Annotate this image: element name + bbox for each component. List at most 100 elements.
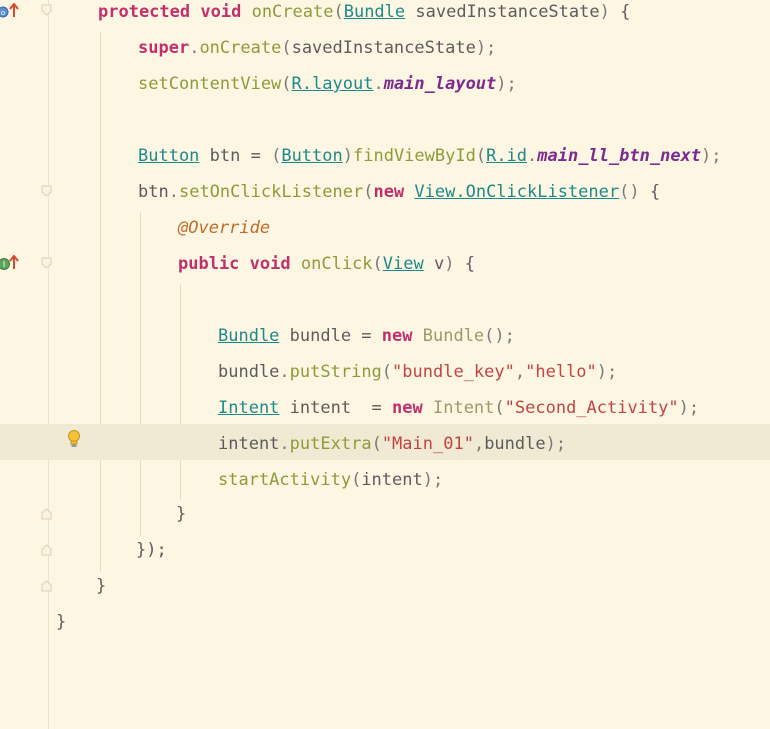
constant-token: main_ll_btn_next: [537, 146, 702, 166]
punctuation-token: ,: [514, 362, 526, 382]
punctuation-token: (: [281, 38, 292, 58]
code-line[interactable]: setContentView(R.layout.main_layout);: [0, 72, 770, 108]
string-token: "Main_01": [381, 434, 474, 454]
punctuation-token: (: [271, 146, 282, 166]
punctuation-token: (: [372, 254, 383, 274]
code-line[interactable]: Bundle bundle = new Bundle();: [0, 324, 770, 360]
code-line[interactable]: }: [0, 574, 770, 610]
punctuation-token: (: [371, 434, 382, 454]
method-token: findViewById: [353, 146, 476, 166]
punctuation-token: );: [496, 74, 517, 94]
keyword-token: new: [392, 398, 423, 418]
code-line[interactable]: public void onClick(View v) {: [0, 252, 770, 288]
code-text: savedInstanceState: [405, 2, 600, 22]
fold-marker-icon[interactable]: [41, 257, 52, 269]
fold-marker-icon[interactable]: [41, 185, 52, 197]
svg-text:o: o: [1, 9, 5, 17]
punctuation-token: .: [373, 74, 384, 94]
punctuation-token: (: [475, 146, 487, 166]
method-token: putExtra: [289, 434, 372, 454]
punctuation-token: ): [342, 146, 353, 166]
fold-end-icon[interactable]: [41, 508, 52, 520]
code-text: v: [423, 254, 445, 274]
type-token: Button: [138, 146, 200, 166]
fold-end-icon[interactable]: [41, 544, 52, 556]
punctuation-token: .: [527, 146, 538, 166]
code-line[interactable]: [0, 288, 770, 324]
code-line[interactable]: @Override: [0, 216, 770, 252]
punctuation-token: );: [596, 362, 618, 382]
code-text: intent: [218, 434, 280, 454]
punctuation-token: ,: [473, 434, 485, 454]
code-text: {: [639, 182, 661, 202]
punctuation-token: .: [279, 434, 290, 454]
code-line[interactable]: }: [0, 610, 770, 646]
annotation-token: @Override: [178, 218, 271, 238]
code-line[interactable]: super.onCreate(savedInstanceState);: [0, 36, 770, 72]
code-line[interactable]: protected void onCreate(Bundle savedInst…: [0, 0, 770, 36]
code-line[interactable]: Button btn = (Button)findViewById(R.id.m…: [0, 144, 770, 180]
punctuation-token: );: [475, 38, 497, 58]
method-token: startActivity: [218, 470, 352, 490]
code-text: btn: [138, 182, 169, 202]
code-text: {: [609, 2, 631, 22]
code-text: bundle: [218, 362, 280, 382]
code-text: }: [176, 504, 187, 524]
code-line[interactable]: [0, 108, 770, 144]
keyword-token: new: [381, 326, 413, 346]
punctuation-token: (: [494, 398, 505, 418]
punctuation-token: ();: [484, 326, 515, 346]
punctuation-token: (: [351, 470, 362, 490]
lightbulb-icon[interactable]: [66, 429, 82, 449]
code-text: {: [454, 254, 475, 274]
punctuation-token: );: [678, 398, 700, 418]
code-text: bundle =: [279, 326, 382, 346]
type-token: Bundle: [343, 2, 406, 22]
punctuation-token: (: [333, 2, 344, 22]
fold-marker-icon[interactable]: [41, 4, 52, 16]
keyword-token: super: [138, 38, 190, 58]
punctuation-token: .: [279, 362, 290, 382]
method-token: setContentView: [138, 74, 282, 94]
method-token: setOnClickListener: [178, 182, 364, 202]
code-text: intent =: [279, 398, 393, 418]
type-token: Intent: [432, 398, 495, 418]
keyword-token: public: [178, 254, 240, 274]
code-line[interactable]: bundle.putString("bundle_key","hello");: [0, 360, 770, 396]
keyword-token: new: [373, 182, 405, 202]
punctuation-token: .: [189, 38, 200, 58]
code-line[interactable]: btn.setOnClickListener(new View.OnClickL…: [0, 180, 770, 216]
code-line[interactable]: }: [0, 502, 770, 538]
string-token: "hello": [525, 362, 597, 382]
code-text: }: [96, 576, 107, 596]
code-line[interactable]: });: [0, 538, 770, 574]
override-method-icon[interactable]: o: [0, 2, 20, 19]
constant-token: main_layout: [383, 74, 497, 94]
punctuation-token: );: [545, 434, 567, 454]
type-token: Button: [281, 146, 343, 166]
type-token: Bundle: [422, 326, 485, 346]
code-text: savedInstanceState: [291, 38, 476, 58]
code-line[interactable]: startActivity(intent);: [0, 468, 770, 504]
implements-method-icon[interactable]: I: [0, 254, 20, 271]
method-token: onCreate: [251, 2, 334, 22]
type-token: R.id: [486, 146, 528, 166]
punctuation-token: ): [444, 254, 455, 274]
fold-end-icon[interactable]: [41, 580, 52, 592]
code-text: }: [56, 612, 67, 632]
keyword-token: void: [249, 254, 291, 274]
punctuation-token: );: [422, 470, 444, 490]
code-text: bundle: [484, 434, 546, 454]
keyword-token: void: [200, 2, 242, 22]
code-line-current[interactable]: intent.putExtra("Main_01",bundle);: [0, 424, 770, 460]
punctuation-token: ): [599, 2, 610, 22]
type-token: View: [382, 254, 424, 274]
punctuation-token: (: [381, 362, 393, 382]
